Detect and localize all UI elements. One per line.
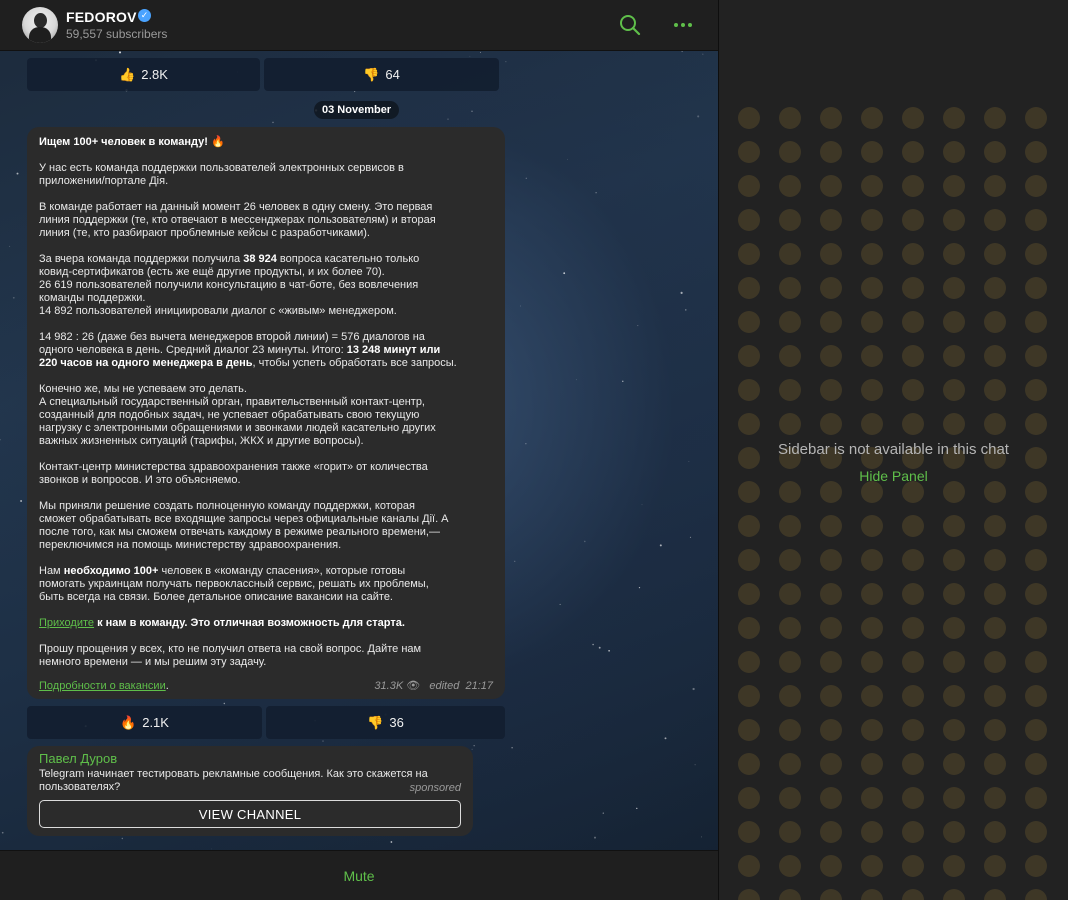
post-paragraph-2: В команде работает на данный момент 26 ч… <box>39 201 436 239</box>
join-link[interactable]: Приходите <box>39 617 94 629</box>
reaction-count: 36 <box>389 715 404 730</box>
thumbs-down-icon: 👎 <box>367 714 384 730</box>
post-time: 21:17 <box>465 680 493 692</box>
chat-area: FEDOROV ✓ 59,557 subscribers 👍 2.8K 👎 64… <box>0 0 718 900</box>
reaction-count: 64 <box>385 67 400 82</box>
ad-text: Telegram начинает тестировать рекламные … <box>39 768 428 793</box>
post-paragraph-7: Мы приняли решение создать полноценную к… <box>39 500 449 551</box>
avatar[interactable] <box>22 7 58 43</box>
view-channel-button[interactable]: VIEW CHANNEL <box>39 800 461 828</box>
search-icon[interactable] <box>619 14 641 36</box>
sidebar-unavailable-message: Sidebar is not available in this chat <box>778 441 1009 458</box>
sponsored-label: sponsored <box>409 782 461 794</box>
post-paragraph-8: Нам необходимо 100+ человек в «команду с… <box>39 565 429 603</box>
post-title: Ищем 100+ человек в команду! 🔥 <box>39 136 225 148</box>
vacancy-details-link[interactable]: Подробности о вакансии <box>39 680 166 692</box>
post-paragraph-4: 14 982 : 26 (даже без вычета менеджеров … <box>39 331 457 369</box>
hide-panel-button[interactable]: Hide Panel <box>719 468 1068 484</box>
post-paragraph-10: Прошу прощения у всех, кто не получил от… <box>39 643 422 668</box>
ad-author[interactable]: Павел Дуров <box>39 752 461 766</box>
previous-post-reactions: 👍 2.8K 👎 64 <box>27 58 499 91</box>
sidebar-panel: Sidebar is not available in this chat Hi… <box>719 0 1068 900</box>
verified-icon: ✓ <box>138 9 151 22</box>
post-paragraph-3: За вчера команда поддержки получила 38 9… <box>39 253 420 317</box>
sponsored-message: Павел Дуров Telegram начинает тестироват… <box>27 746 473 836</box>
subscriber-count: 59,557 subscribers <box>66 27 168 41</box>
thumbs-up-icon: 👍 <box>119 66 136 82</box>
chat-header[interactable]: FEDOROV ✓ 59,557 subscribers <box>0 0 718 51</box>
reaction-thumbs-down-button[interactable]: 👎 36 <box>266 706 505 739</box>
reaction-thumbs-up-button[interactable]: 👍 2.8K <box>27 58 260 91</box>
post-paragraph-5: Конечно же, мы не успеваем это делать. А… <box>39 383 436 447</box>
post-footer: Подробности о вакансии. 31.3K 👁 edited 2… <box>39 680 493 693</box>
view-count: 31.3K <box>374 680 404 692</box>
thumbs-down-icon: 👎 <box>363 66 380 82</box>
date-badge: 03 November <box>314 101 400 119</box>
post-paragraph-6: Контакт-центр министерства здравоохранен… <box>39 461 428 486</box>
bottom-bar: Mute <box>0 850 718 900</box>
reaction-thumbs-down-button[interactable]: 👎 64 <box>264 58 499 91</box>
eye-icon: 👁 <box>406 680 421 692</box>
post-paragraph-9: Приходите к нам в команду. Это отличная … <box>39 617 405 629</box>
reaction-count: 2.1K <box>142 715 169 730</box>
post-reactions: 🔥 2.1K 👎 36 <box>27 706 505 739</box>
channel-post: Ищем 100+ человек в команду! 🔥 У нас ест… <box>27 127 505 699</box>
post-meta: 31.3K 👁 edited 21:17 <box>374 680 493 693</box>
edited-label: edited <box>429 680 460 692</box>
post-paragraph-1: У нас есть команда поддержки пользовател… <box>39 162 404 187</box>
reaction-fire-button[interactable]: 🔥 2.1K <box>27 706 262 739</box>
channel-name[interactable]: FEDOROV <box>66 9 137 25</box>
fire-icon: 🔥 <box>120 714 137 730</box>
mute-button[interactable]: Mute <box>343 868 374 884</box>
more-icon[interactable] <box>672 14 694 36</box>
reaction-count: 2.8K <box>141 67 168 82</box>
